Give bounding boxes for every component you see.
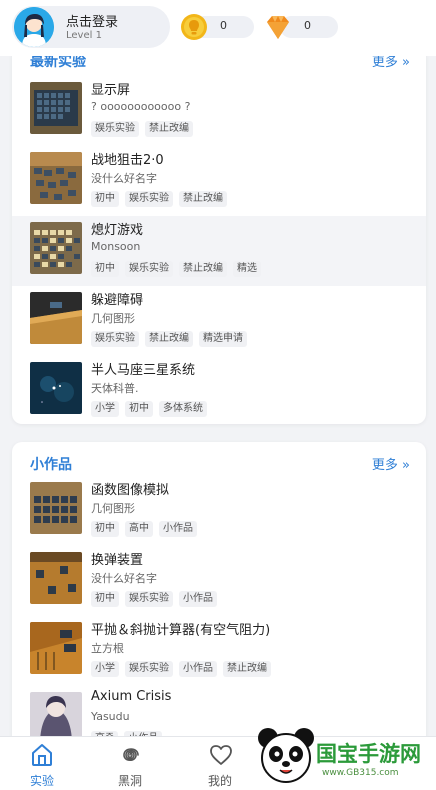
item-author: Monsoon [91, 240, 141, 253]
thumbnail [30, 292, 82, 344]
item-title: 函数图像模拟 [91, 483, 170, 498]
tag: 初中 [91, 591, 119, 607]
thumbnail [30, 622, 82, 674]
tag-list: 小学 初中 多体系统 [91, 401, 207, 417]
top-bar: 点击登录 Level 1 0 0 [0, 0, 436, 56]
list-item[interactable]: 函数图像模拟 几何图形 初中 高中 小作品 [12, 476, 426, 546]
tag: 禁止改编 [223, 661, 271, 677]
panda-logo-icon [258, 728, 314, 783]
tag-list: 初中 娱乐实验 小作品 [91, 591, 217, 607]
item-author: 天体科普. [91, 382, 139, 395]
home-icon [32, 744, 52, 766]
coin-icon [181, 14, 207, 40]
tag-list: 娱乐实验 禁止改编 [91, 121, 193, 137]
watermark-url: www.GB315.com [322, 768, 399, 778]
tag: 禁止改编 [145, 121, 193, 137]
more-link[interactable]: 更多 » [372, 454, 410, 473]
list-item[interactable]: 熄灯游戏 Monsoon 初中 娱乐实验 禁止改编 精选 [12, 216, 426, 286]
tag: 多体系统 [159, 401, 207, 417]
tag: 初中 [125, 401, 153, 417]
gem-value: 0 [304, 19, 311, 32]
avatar[interactable] [14, 7, 54, 47]
nav-mine[interactable]: 我的 [185, 737, 255, 790]
item-author: 没什么好名字 [91, 172, 157, 185]
login-pill[interactable]: 点击登录 Level 1 [12, 6, 170, 48]
item-title: 躲避障碍 [91, 293, 144, 308]
item-title: 平抛＆斜抛计算器(有空气阻力) [91, 623, 271, 638]
watermark-text: 国宝手游网 [316, 742, 421, 766]
item-title: 换弹装置 [91, 553, 144, 568]
tag: 禁止改编 [179, 261, 227, 277]
tag-list: 娱乐实验 禁止改编 精选申请 [91, 331, 247, 347]
thumbnail [30, 222, 82, 274]
login-label[interactable]: 点击登录 [66, 11, 118, 30]
tag: 小学 [91, 401, 119, 417]
spiral-icon [123, 748, 139, 762]
small-works-card: 小作品 更多 » 函数图像模拟 几何图形 初中 高中 小作品 换弹装置 没什么好… [12, 442, 426, 752]
thumbnail [30, 152, 82, 204]
thumbnail [30, 552, 82, 604]
tag: 娱乐实验 [125, 261, 173, 277]
nav-experiments[interactable]: 实验 [7, 737, 77, 790]
list-item[interactable]: 显示屏 ? oooooooooooo ? 娱乐实验 禁止改编 [12, 76, 426, 146]
latest-experiments-card: 最新实验 更多 » 显示屏 ? oooooooooooo ? 娱乐实验 禁止改编 [12, 46, 426, 424]
item-title: 显示屏 [91, 83, 131, 98]
tag: 高中 [125, 521, 153, 537]
tag: 禁止改编 [145, 331, 193, 347]
nav-label: 实验 [29, 774, 54, 788]
list-item[interactable]: 平抛＆斜抛计算器(有空气阻力) 立方根 小学 娱乐实验 小作品 禁止改编 [12, 616, 426, 686]
tag: 娱乐实验 [125, 591, 173, 607]
item-title: 战地狙击2·0 [91, 153, 164, 168]
thumbnail [30, 482, 82, 534]
tag: 禁止改编 [179, 191, 227, 207]
list-item[interactable]: 战地狙击2·0 没什么好名字 初中 娱乐实验 禁止改编 [12, 146, 426, 216]
user-level: Level 1 [66, 30, 102, 41]
item-title: Axium Crisis [91, 689, 172, 704]
tag: 娱乐实验 [125, 191, 173, 207]
tag-list: 初中 娱乐实验 禁止改编 [91, 191, 227, 207]
tag: 娱乐实验 [91, 121, 139, 137]
tag-list: 小学 娱乐实验 小作品 禁止改编 [91, 661, 271, 677]
tag: 娱乐实验 [91, 331, 139, 347]
tag-list: 初中 娱乐实验 禁止改编 精选 [91, 261, 261, 277]
list-item[interactable]: 换弹装置 没什么好名字 初中 娱乐实验 小作品 [12, 546, 426, 616]
nav-black-hole[interactable]: 黑洞 [95, 737, 165, 790]
diamond-icon [267, 16, 289, 39]
tag: 小学 [91, 661, 119, 677]
item-author: Yasudu [91, 710, 130, 723]
tag-list: 初中 高中 小作品 [91, 521, 197, 537]
tag: 娱乐实验 [125, 661, 173, 677]
tag: 小作品 [159, 521, 197, 537]
item-author: 几何图形 [91, 502, 135, 515]
nav-label: 我的 [207, 774, 232, 788]
tag: 小作品 [179, 661, 217, 677]
heart-icon [210, 745, 232, 765]
tag: 精选 [233, 261, 261, 277]
thumbnail [30, 82, 82, 134]
item-author: 立方根 [91, 642, 124, 655]
item-title: 熄灯游戏 [91, 223, 144, 238]
tag: 初中 [91, 521, 119, 537]
item-author: ? oooooooooooo ? [91, 100, 191, 113]
nav-label: 黑洞 [117, 774, 142, 788]
tag: 小作品 [179, 591, 217, 607]
tag: 初中 [91, 191, 119, 207]
list-item[interactable]: 躲避障碍 几何图形 娱乐实验 禁止改编 精选申请 [12, 286, 426, 356]
watermark: 国宝手游网 www.GB315.com [250, 712, 436, 790]
item-title: 半人马座三星系统 [91, 363, 196, 378]
list-item[interactable]: 半人马座三星系统 天体科普. 小学 初中 多体系统 [12, 356, 426, 424]
item-author: 没什么好名字 [91, 572, 157, 585]
item-author: 几何图形 [91, 312, 135, 325]
section-title: 小作品 [30, 457, 72, 473]
coin-value: 0 [220, 19, 227, 32]
tag: 初中 [91, 261, 119, 277]
tag: 精选申请 [199, 331, 247, 347]
thumbnail [30, 362, 82, 414]
